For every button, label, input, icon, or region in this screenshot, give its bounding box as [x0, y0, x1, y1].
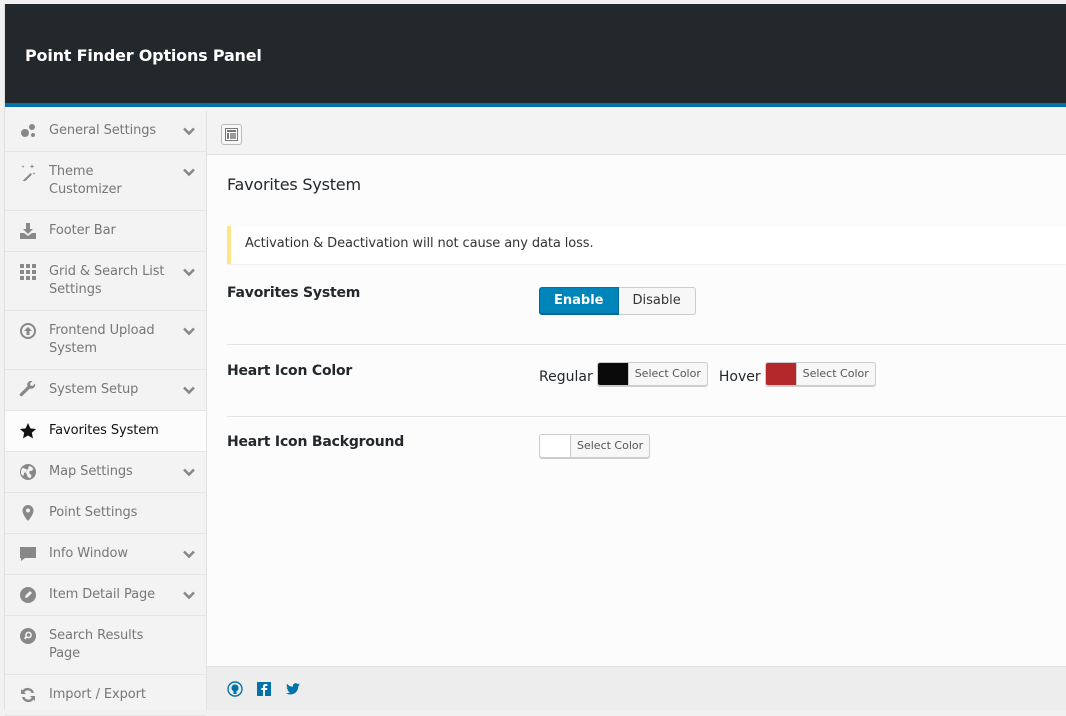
- regular-label: Regular: [539, 369, 593, 385]
- sidebar-item-label: Grid & Search List Settings: [49, 264, 165, 297]
- chevron-down-icon[interactable]: [182, 265, 196, 279]
- sidebar: General Settings Theme Customizer Footer B…: [5, 111, 207, 716]
- sidebar-item-label: Item Detail Page: [49, 587, 156, 602]
- hover-color-swatch: [765, 363, 797, 385]
- sidebar-item-system-setup[interactable]: System Setup: [5, 370, 206, 411]
- sidebar-item-label: Theme Customizer: [49, 164, 122, 197]
- select-color-label: Select Color: [802, 367, 869, 380]
- background-color-swatch: [540, 435, 571, 457]
- sidebar-item-item-detail-page[interactable]: Item Detail Page: [5, 575, 206, 616]
- chevron-down-icon[interactable]: [182, 588, 196, 602]
- sidebar-item-footer-bar[interactable]: Footer Bar: [5, 211, 206, 252]
- enable-button[interactable]: Enable: [539, 287, 619, 315]
- sidebar-item-general-settings[interactable]: General Settings: [5, 111, 206, 152]
- select-color-label: Select Color: [634, 367, 701, 380]
- main-content: Favorites System Activation & Deactivati…: [207, 111, 1066, 710]
- notice-text: Activation & Deactivation will not cause…: [245, 236, 594, 251]
- background-color-picker-wrap: Select Color: [539, 434, 651, 458]
- sidebar-item-theme-customizer[interactable]: Theme Customizer: [5, 152, 206, 211]
- layout-toggle-icon: [225, 128, 238, 141]
- regular-color-swatch: [597, 363, 629, 385]
- upload-circle-icon: [19, 322, 37, 340]
- page-title: Point Finder Options Panel: [25, 46, 262, 65]
- header: Point Finder Options Panel: [5, 4, 1066, 107]
- comment-icon: [19, 545, 37, 563]
- sidebar-item-label: Favorites System: [49, 423, 159, 438]
- hover-color-picker[interactable]: Select Color: [764, 362, 876, 386]
- heart-color-pickers: Regular Select Color Hover Select Color: [539, 362, 876, 386]
- sidebar-item-info-window[interactable]: Info Window: [5, 534, 206, 575]
- field-row-heart-icon-color: Heart Icon Color Regular Select Color Ho…: [227, 345, 1066, 417]
- grid-icon: [19, 263, 37, 281]
- field-label: Heart Icon Color: [227, 363, 353, 379]
- toolbar: [207, 111, 1066, 155]
- info-notice: Activation & Deactivation will not cause…: [227, 226, 1066, 264]
- chevron-down-icon[interactable]: [182, 547, 196, 561]
- sidebar-item-grid-search-list-settings[interactable]: Grid & Search List Settings: [5, 252, 206, 311]
- sidebar-item-label: Info Window: [49, 546, 128, 561]
- regular-color-picker[interactable]: Select Color: [596, 362, 708, 386]
- sidebar-item-point-settings[interactable]: Point Settings: [5, 493, 206, 534]
- magic-wand-icon: [19, 163, 37, 181]
- search-circle-icon: [19, 627, 37, 645]
- sidebar-item-label: Map Settings: [49, 464, 133, 479]
- section-title: Favorites System: [227, 175, 361, 194]
- select-color-label: Select Color: [577, 439, 644, 452]
- wrench-icon: [19, 381, 37, 399]
- field-row-favorites-system: Favorites System Enable Disable: [227, 275, 1066, 345]
- field-row-heart-icon-background: Heart Icon Background Select Color: [227, 417, 1066, 489]
- background-color-picker[interactable]: Select Color: [539, 434, 651, 458]
- enable-disable-toggle: Enable Disable: [539, 287, 696, 315]
- chevron-down-icon[interactable]: [182, 383, 196, 397]
- chevron-down-icon[interactable]: [182, 324, 196, 338]
- sidebar-item-import-export[interactable]: Import / Export: [5, 675, 206, 716]
- sidebar-item-label: System Setup: [49, 382, 139, 397]
- layout-toggle-button[interactable]: [221, 124, 242, 145]
- options-panel-frame: Point Finder Options Panel General Setti…: [4, 4, 1066, 716]
- github-icon[interactable]: [227, 680, 243, 697]
- gears-icon: [19, 122, 37, 140]
- download-tray-icon: [19, 222, 37, 240]
- sidebar-item-label: General Settings: [49, 123, 157, 138]
- chevron-down-icon[interactable]: [182, 124, 196, 138]
- field-label: Heart Icon Background: [227, 434, 405, 450]
- sidebar-item-label: Search Results Page: [49, 628, 144, 661]
- sidebar-item-search-results-page[interactable]: Search Results Page: [5, 616, 206, 675]
- sidebar-item-label: Frontend Upload System: [49, 323, 155, 356]
- star-icon: [19, 422, 37, 440]
- refresh-icon: [19, 686, 37, 704]
- twitter-icon[interactable]: [285, 681, 301, 697]
- disable-button[interactable]: Disable: [618, 287, 696, 315]
- footer: [207, 666, 1066, 710]
- map-pin-icon: [19, 504, 37, 522]
- sidebar-item-frontend-upload-system[interactable]: Frontend Upload System: [5, 311, 206, 370]
- chevron-down-icon[interactable]: [182, 165, 196, 179]
- hover-label: Hover: [718, 369, 761, 385]
- sidebar-item-map-settings[interactable]: Map Settings: [5, 452, 206, 493]
- sidebar-item-label: Import / Export: [49, 687, 146, 702]
- globe-icon: [19, 463, 37, 481]
- edit-circle-icon: [19, 586, 37, 604]
- field-label: Favorites System: [227, 285, 361, 301]
- sidebar-item-label: Footer Bar: [49, 223, 116, 238]
- chevron-down-icon[interactable]: [182, 465, 196, 479]
- sidebar-item-label: Point Settings: [49, 505, 138, 520]
- sidebar-item-favorites-system[interactable]: Favorites System: [5, 411, 206, 452]
- facebook-icon[interactable]: [256, 681, 272, 697]
